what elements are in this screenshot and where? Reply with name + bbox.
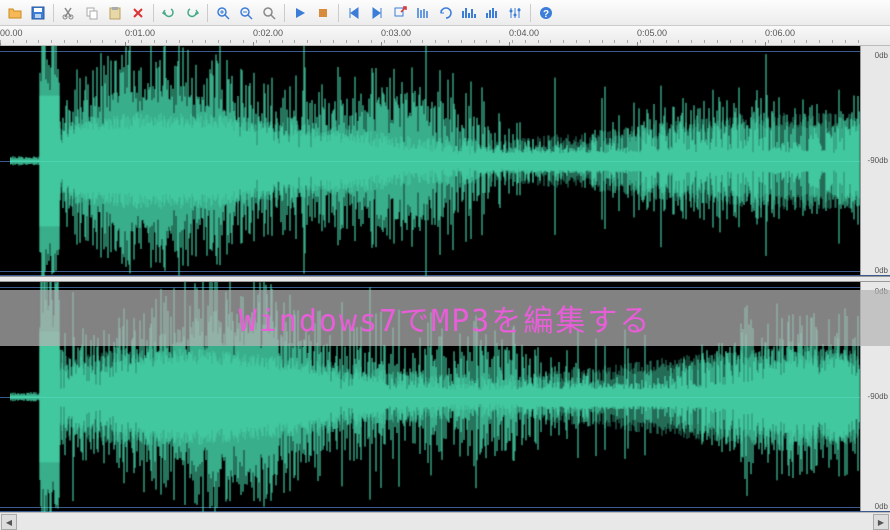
open-icon[interactable] [4,2,26,24]
scroll-right-icon[interactable]: ▶ [873,514,889,530]
redo-icon[interactable] [181,2,203,24]
separator [207,4,208,22]
separator [338,4,339,22]
separator [153,4,154,22]
horizontal-scrollbar[interactable]: ◀ ▶ [0,512,890,530]
loop-icon[interactable] [435,2,457,24]
undo-icon[interactable] [158,2,180,24]
paste-icon[interactable] [104,2,126,24]
waveform-left [10,46,860,276]
separator [53,4,54,22]
channel-left[interactable]: 0db-90db0db [0,46,890,276]
zoom-in-icon[interactable] [212,2,234,24]
overlay-banner: Windows7でMP3を編集する [0,290,890,346]
spectrum-icon[interactable] [458,2,480,24]
export-icon[interactable] [389,2,411,24]
zoom-out-icon[interactable] [235,2,257,24]
help-icon[interactable]: ? [535,2,557,24]
skip-start-icon[interactable] [343,2,365,24]
overlay-text: Windows7でMP3を編集する [239,296,652,340]
stop-icon[interactable] [312,2,334,24]
scroll-left-icon[interactable]: ◀ [1,514,17,530]
markers-icon[interactable] [412,2,434,24]
eq-icon[interactable] [504,2,526,24]
cut-icon[interactable] [58,2,80,24]
delete-icon[interactable] [127,2,149,24]
db-scale-left: 0db-90db0db [860,46,890,275]
zoom-selection-icon[interactable] [258,2,280,24]
waveform-area: 0db-90db0db 0db-90db0db Windows7でMP3を編集す… [0,46,890,512]
timeline-ruler[interactable]: 00.000:01.000:02.000:03.000:04.000:05.00… [0,26,890,46]
skip-end-icon[interactable] [366,2,388,24]
play-icon[interactable] [289,2,311,24]
bars-icon[interactable] [481,2,503,24]
copy-icon[interactable] [81,2,103,24]
svg-text:?: ? [543,9,549,20]
separator [530,4,531,22]
toolbar: ? [0,0,890,26]
separator [284,4,285,22]
save-icon[interactable] [27,2,49,24]
